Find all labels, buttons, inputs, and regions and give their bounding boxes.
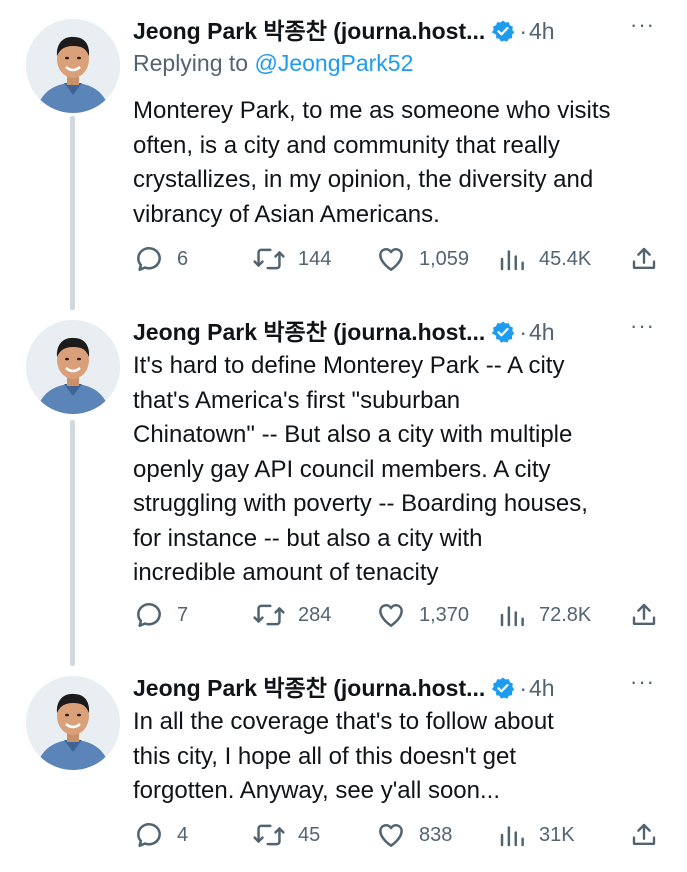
retweet-button[interactable]: 284 <box>252 597 331 633</box>
verified-badge-icon <box>491 320 515 349</box>
tweet-text: It's hard to define Monterey Park -- A c… <box>133 352 588 586</box>
tweet-header: Jeong Park 박종찬 (journa.host... ·4h ··· <box>133 669 673 705</box>
verified-badge-icon <box>491 676 515 705</box>
tweet-actions: 6 144 1,059 45.4K <box>133 241 663 277</box>
reply-button[interactable]: 6 <box>133 241 188 277</box>
tweet-actions: 4 45 838 31K <box>133 817 663 853</box>
views-chart-icon <box>497 819 527 851</box>
views-button[interactable]: 72.8K <box>497 597 591 633</box>
views-button[interactable]: 31K <box>497 817 575 853</box>
separator-dot: · <box>519 18 527 44</box>
separator-dot: · <box>519 319 527 345</box>
tweet-actions: 7 284 1,370 72.8K <box>133 597 663 633</box>
timestamp[interactable]: 4h <box>529 18 555 44</box>
retweet-count: 284 <box>298 603 332 626</box>
avatar[interactable] <box>26 320 120 414</box>
author-name[interactable]: Jeong Park 박종찬 (journa.host... <box>133 319 485 345</box>
share-button[interactable] <box>629 241 659 277</box>
retweet-button[interactable]: 45 <box>252 817 320 853</box>
heart-icon <box>375 243 407 275</box>
timestamp[interactable]: 4h <box>529 675 555 701</box>
share-icon <box>629 243 659 275</box>
reply-count: 7 <box>177 603 189 626</box>
more-options-icon[interactable]: ··· <box>630 313 655 339</box>
reply-button[interactable]: 7 <box>133 597 188 633</box>
heart-icon <box>375 599 407 631</box>
avatar[interactable] <box>26 19 120 113</box>
like-button[interactable]: 838 <box>375 817 452 853</box>
views-chart-icon <box>497 243 527 275</box>
like-button[interactable]: 1,059 <box>375 241 469 277</box>
reply-button[interactable]: 4 <box>133 817 188 853</box>
reply-handle-link[interactable]: @JeongPark52 <box>254 50 413 76</box>
separator-dot: · <box>519 675 527 701</box>
view-count: 45.4K <box>539 247 592 270</box>
view-count: 31K <box>539 823 575 846</box>
author-name[interactable]: Jeong Park 박종찬 (journa.host... <box>133 18 485 44</box>
thread-connector <box>70 420 75 666</box>
tweet-header: Jeong Park 박종찬 (journa.host... ·4h ··· <box>133 12 673 48</box>
share-icon <box>629 819 659 851</box>
thread-connector <box>70 116 75 310</box>
more-options-icon[interactable]: ··· <box>630 669 655 695</box>
avatar[interactable] <box>26 676 120 770</box>
reply-icon <box>133 599 165 631</box>
timestamp[interactable]: 4h <box>529 319 555 345</box>
tweet-text: Monterey Park, to me as someone who visi… <box>133 97 611 228</box>
reply-count: 6 <box>177 247 189 270</box>
replying-to: Replying to @JeongPark52 <box>133 50 413 77</box>
views-chart-icon <box>497 599 527 631</box>
retweet-icon <box>252 599 286 631</box>
share-icon <box>629 599 659 631</box>
share-button[interactable] <box>629 597 659 633</box>
tweet-text: In all the coverage that's to follow abo… <box>133 708 554 804</box>
verified-badge-icon <box>491 19 515 48</box>
more-options-icon[interactable]: ··· <box>630 12 655 38</box>
retweet-count: 144 <box>298 247 332 270</box>
retweet-button[interactable]: 144 <box>252 241 331 277</box>
retweet-icon <box>252 243 286 275</box>
tweet-header: Jeong Park 박종찬 (journa.host... ·4h ··· <box>133 313 673 349</box>
views-button[interactable]: 45.4K <box>497 241 591 277</box>
reply-icon <box>133 819 165 851</box>
share-button[interactable] <box>629 817 659 853</box>
like-count: 838 <box>419 823 453 846</box>
author-name[interactable]: Jeong Park 박종찬 (journa.host... <box>133 675 485 701</box>
reply-icon <box>133 243 165 275</box>
view-count: 72.8K <box>539 603 592 626</box>
retweet-icon <box>252 819 286 851</box>
replying-to-label: Replying to <box>133 50 255 76</box>
reply-count: 4 <box>177 823 189 846</box>
like-count: 1,059 <box>419 247 470 270</box>
retweet-count: 45 <box>298 823 321 846</box>
heart-icon <box>375 819 407 851</box>
like-button[interactable]: 1,370 <box>375 597 469 633</box>
like-count: 1,370 <box>419 603 470 626</box>
